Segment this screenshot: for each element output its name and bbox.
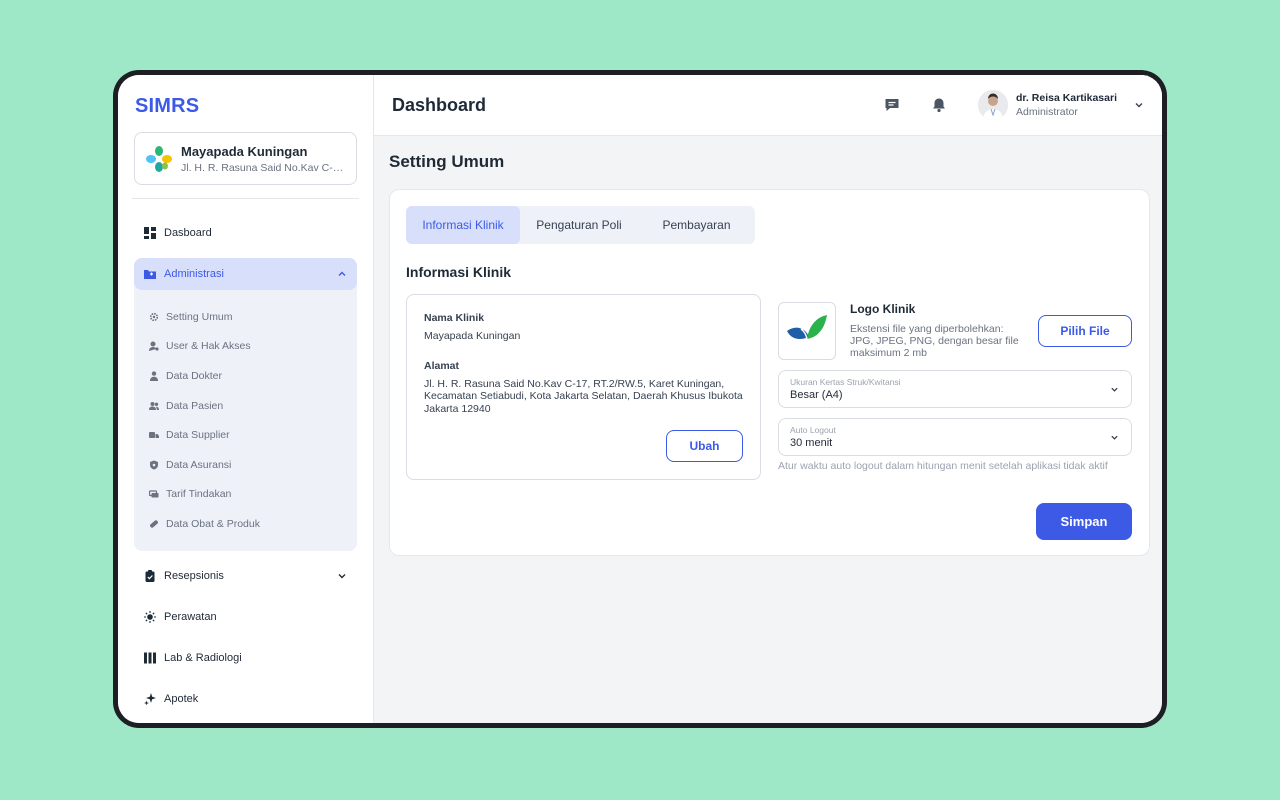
sidebar-item-dasboard[interactable]: Dasboard: [134, 217, 357, 249]
sidebar-item-label: Dasboard: [164, 227, 212, 239]
clinic-address: Jl. H. R. Rasuna Said No.Kav C-17, RT.2/…: [181, 161, 346, 174]
user-name: dr. Reisa Kartikasari: [1016, 92, 1117, 104]
sidebar-subitem-label: User & Hak Akses: [166, 340, 251, 353]
clinic-name-label: Nama Klinik: [424, 312, 485, 324]
shield-icon: [150, 460, 158, 470]
sidebar-divider: [132, 198, 359, 199]
sidebar-item-perawatan[interactable]: Perawatan: [134, 601, 357, 633]
sidebar-item-label: Resepsionis: [164, 569, 224, 582]
clinic-switcher[interactable]: Mayapada Kuningan Jl. H. R. Rasuna Said …: [134, 132, 357, 185]
sidebar-item-lab-radiologi[interactable]: Lab & Radiologi: [134, 642, 357, 674]
columns-icon: [144, 652, 156, 664]
section-title: Informasi Klinik: [406, 264, 512, 280]
sidebar-subitem-label: Data Supplier: [166, 429, 230, 442]
clinic-logo-icon: [146, 145, 172, 172]
auto-logout-select[interactable]: Auto Logout 30 menit: [778, 418, 1132, 456]
clinic-info-box: Nama Klinik Mayapada Kuningan Alamat Jl.…: [406, 294, 761, 480]
settings-card: Informasi Klinik Pengaturan Poli Pembaya…: [389, 189, 1150, 556]
app-screen: SIMRS Mayapada Kuningan Jl. H. R. Rasuna…: [118, 75, 1162, 723]
sidebar-item-label: Lab & Radiologi: [164, 651, 242, 664]
avatar[interactable]: [978, 90, 1009, 120]
folder-icon: [144, 270, 156, 279]
page-header-title: Dashboard: [392, 94, 487, 115]
gear-icon: [149, 312, 159, 321]
sidebar-subitem-label: Data Pasien: [166, 399, 224, 412]
paper-size-label: Ukuran Kertas Struk/Kwitansi: [790, 377, 901, 387]
sidebar-item-resepsionis[interactable]: Resepsionis: [134, 560, 357, 592]
users-icon: [149, 401, 159, 410]
paper-size-select[interactable]: Ukuran Kertas Struk/Kwitansi Besar (A4): [778, 370, 1132, 408]
chevron-down-icon: [1111, 435, 1118, 440]
page-title: Setting Umum: [389, 152, 505, 171]
logo-description: Ekstensi file yang diperbolehkan: JPG, J…: [850, 323, 1019, 359]
tab-pengaturan-poli[interactable]: Pengaturan Poli: [520, 206, 638, 244]
auto-logout-hint: Atur waktu auto logout dalam hitungan me…: [778, 460, 1108, 472]
paper-size-value: Besar (A4): [790, 389, 843, 401]
chat-icon[interactable]: [884, 97, 900, 113]
clipboard-icon: [145, 569, 155, 582]
user-role: Administrator: [1016, 106, 1078, 118]
clinic-name-value: Mayapada Kuningan: [424, 330, 521, 342]
save-button[interactable]: Simpan: [1036, 503, 1132, 540]
bell-icon[interactable]: [931, 97, 947, 113]
chevron-down-icon[interactable]: [1134, 100, 1144, 110]
sidebar-subitem-data-asuransi[interactable]: Data Asuransi: [134, 450, 357, 480]
sidebar-subitem-label: Data Dokter: [166, 369, 223, 382]
sidebar-item-label: Administrasi: [164, 268, 224, 280]
brand-logo: SIMRS: [135, 95, 200, 117]
chevron-up-icon[interactable]: [337, 269, 347, 279]
sun-icon: [144, 610, 156, 623]
tab-informasi-klinik[interactable]: Informasi Klinik: [406, 206, 520, 244]
device-frame: SIMRS Mayapada Kuningan Jl. H. R. Rasuna…: [113, 70, 1167, 728]
sidebar-item-label: Perawatan: [164, 610, 217, 623]
sidebar-item-label: Apotek: [164, 692, 199, 705]
clinic-address-label: Alamat: [424, 359, 460, 372]
sidebar-subitem-label: Data Obat & Produk: [166, 517, 260, 530]
clinic-name: Mayapada Kuningan: [181, 143, 308, 159]
sidebar-subitem-data-dokter[interactable]: Data Dokter: [134, 361, 357, 391]
pill-icon: [150, 520, 158, 528]
sidebar-subitem-label: Tarif Tindakan: [166, 488, 232, 501]
sidebar-subitem-data-pasien[interactable]: Data Pasien: [134, 391, 357, 421]
avatar-image: [978, 90, 1009, 120]
chevron-down-icon: [1111, 387, 1118, 392]
main-content: Dashboard dr. Reisa Kartikasari Administ…: [374, 75, 1162, 723]
sidebar-subitem-setting-umum[interactable]: Setting Umum: [134, 302, 357, 332]
logo-title: Logo Klinik: [850, 302, 916, 316]
clinic-logo-icon: [787, 315, 827, 340]
tab-pembayaran[interactable]: Pembayaran: [638, 206, 755, 244]
sidebar-subitem-data-obat-produk[interactable]: Data Obat & Produk: [134, 509, 357, 539]
sidebar-subitem-data-supplier[interactable]: Data Supplier: [134, 420, 357, 450]
choose-file-button[interactable]: Pilih File: [1038, 315, 1132, 347]
sidebar-subitem-user-hak-akses[interactable]: User & Hak Akses: [134, 332, 357, 362]
sparkle-icon: [144, 692, 156, 705]
sidebar-subitem-tarif-tindakan[interactable]: Tarif Tindakan: [134, 480, 357, 510]
auto-logout-value: 30 menit: [790, 437, 833, 449]
sidebar-group-administrasi: Administrasi Setting Umum User & Hak Aks…: [134, 258, 357, 551]
topbar: Dashboard dr. Reisa Kartikasari Administ…: [374, 75, 1162, 136]
tab-bar: Informasi Klinik Pengaturan Poli Pembaya…: [406, 206, 755, 244]
clinic-logo-preview: [778, 302, 836, 360]
grid-icon: [144, 227, 156, 239]
edit-button[interactable]: Ubah: [666, 430, 743, 462]
clinic-address-value: Jl. H. R. Rasuna Said No.Kav C-17, RT.2/…: [424, 377, 743, 415]
sidebar-subitem-label: Data Asuransi: [166, 458, 232, 471]
chevron-down-icon[interactable]: [337, 571, 347, 581]
sidebar-subitem-label: Setting Umum: [166, 310, 233, 323]
sidebar-item-administrasi[interactable]: Administrasi: [134, 258, 357, 290]
sidebar: SIMRS Mayapada Kuningan Jl. H. R. Rasuna…: [118, 75, 374, 723]
truck-icon: [149, 432, 159, 439]
user-key-icon: [149, 341, 159, 352]
auto-logout-label: Auto Logout: [790, 425, 836, 435]
money-icon: [149, 490, 159, 498]
sidebar-item-apotek[interactable]: Apotek: [134, 683, 357, 715]
doctor-icon: [150, 371, 158, 381]
